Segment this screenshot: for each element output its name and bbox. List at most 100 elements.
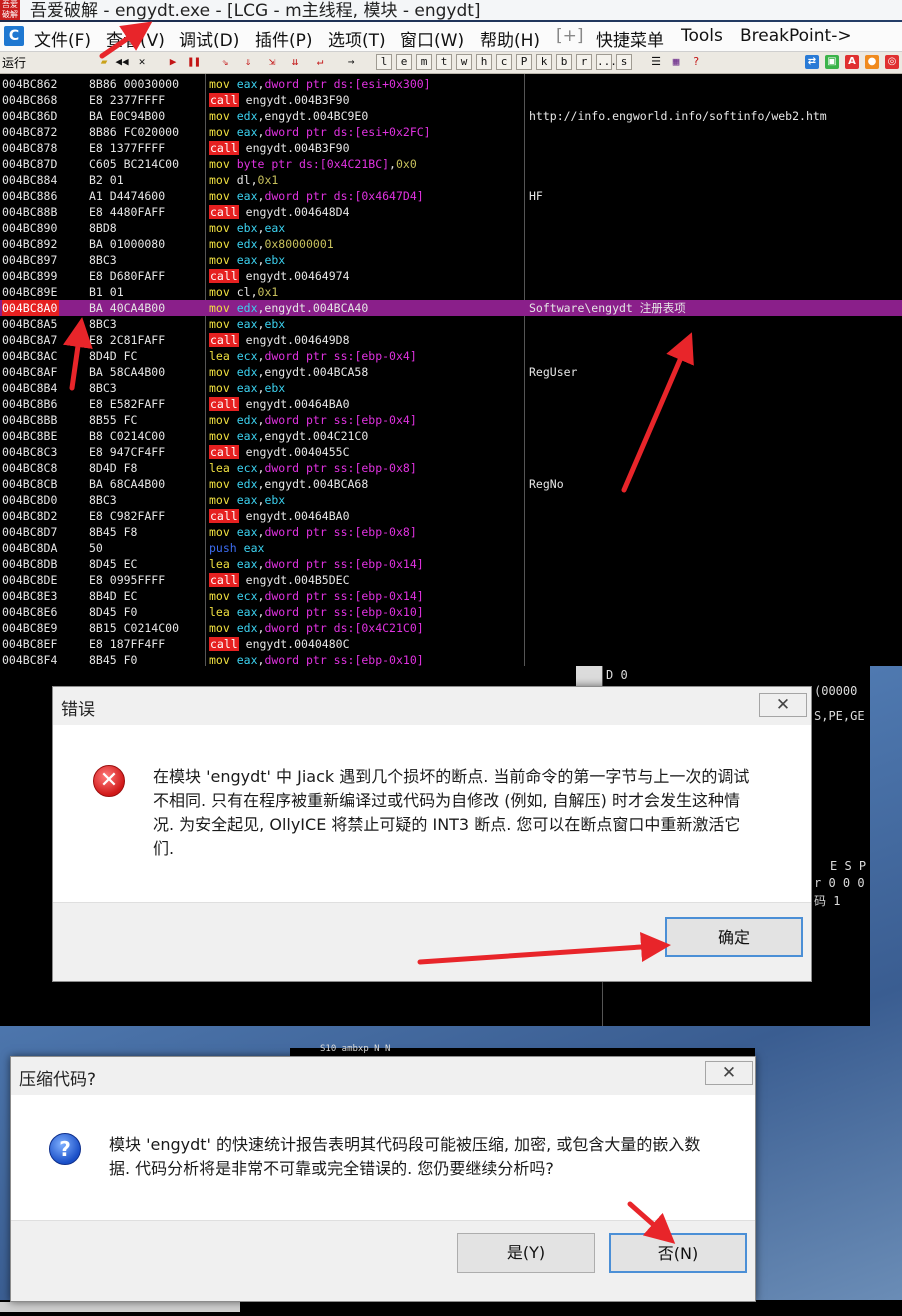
- menu-shortcut[interactable]: 快捷菜单: [596, 26, 664, 51]
- restart-icon[interactable]: ◀◀: [114, 54, 130, 70]
- code-row[interactable]: 004BC8B4 8BC3 mov eax,ebx: [0, 380, 902, 396]
- close-icon[interactable]: ✕: [134, 54, 150, 70]
- dialog-titlebar[interactable]: 错误: [53, 687, 811, 725]
- help-icon[interactable]: ?: [688, 54, 704, 70]
- code-row[interactable]: 004BC892 BA 01000080 mov edx,0x80000001: [0, 236, 902, 252]
- mnemonic: mov: [209, 413, 230, 427]
- code-row[interactable]: 004BC8A7 E8 2C81FAFF call engydt.004649D8: [0, 332, 902, 348]
- tb-log-button[interactable]: l: [376, 54, 392, 70]
- menu-window[interactable]: 窗口(W): [400, 26, 464, 51]
- a-icon[interactable]: A: [845, 55, 859, 69]
- instruction: lea eax,dword ptr ss:[ebp-0x14]: [209, 556, 424, 572]
- code-row[interactable]: 004BC8E6 8D45 F0 lea eax,dword ptr ss:[ebp…: [0, 604, 902, 620]
- menu-debug[interactable]: 调试(D): [179, 26, 239, 51]
- tb-source-button[interactable]: s: [616, 54, 632, 70]
- close-button[interactable]: ✕: [759, 693, 807, 717]
- instruction: mov edx,engydt.004BC9E0: [209, 108, 368, 124]
- code-row[interactable]: 004BC86D BA E0C94B00 mov edx,engydt.004BC9…: [0, 108, 902, 124]
- cpu-window-icon[interactable]: C: [4, 26, 24, 46]
- ok-button[interactable]: 确定: [665, 917, 803, 957]
- code-row[interactable]: 004BC878 E8 1377FFFF call engydt.004B3F90: [0, 140, 902, 156]
- run-icon[interactable]: ▶: [165, 54, 181, 70]
- selected-code-row[interactable]: 004BC8A0 BA 40CA4B00 mov edx,engydt.004BCA…: [0, 300, 902, 316]
- close-button[interactable]: ✕: [705, 1061, 753, 1085]
- code-row[interactable]: 004BC8BB 8B55 FC mov edx,dword ptr ss:[ebp…: [0, 412, 902, 428]
- target-icon[interactable]: ◎: [885, 55, 899, 69]
- code-row[interactable]: 004BC8BE B8 C0214C00 mov eax,engydt.004C21…: [0, 428, 902, 444]
- code-row[interactable]: 004BC8E9 8B15 C0214C00 mov edx,dword ptr d…: [0, 620, 902, 636]
- yes-button[interactable]: 是(Y): [457, 1233, 595, 1273]
- scrollbar-thumb[interactable]: [576, 666, 602, 686]
- tb-patches-button[interactable]: P: [516, 54, 532, 70]
- tb-references-button[interactable]: r: [576, 54, 592, 70]
- execute-till-return-icon[interactable]: ↵: [312, 54, 328, 70]
- open-icon[interactable]: ▰: [96, 54, 112, 70]
- hex-bytes: 50: [89, 541, 103, 555]
- step-over-icon[interactable]: ⇓: [240, 54, 256, 70]
- operand: dl: [236, 173, 251, 187]
- tb-windows-button[interactable]: w: [456, 54, 472, 70]
- list-icon[interactable]: ☰: [648, 54, 664, 70]
- menu-plus[interactable]: [+]: [556, 26, 584, 46]
- menu-options[interactable]: 选项(T): [328, 26, 386, 51]
- code-row[interactable]: 004BC872 8B86 FC020000 mov eax,dword ptr d…: [0, 124, 902, 140]
- operand: edx: [236, 365, 258, 379]
- record-icon[interactable]: ●: [865, 55, 879, 69]
- menu-view[interactable]: 查看(V): [106, 26, 165, 51]
- options-icon[interactable]: ▦: [668, 54, 684, 70]
- operand: eax: [243, 541, 265, 555]
- tb-run-trace-button[interactable]: ...: [596, 54, 617, 70]
- code-row[interactable]: 004BC8CB BA 68CA4B00 mov edx,engydt.004BCA…: [0, 476, 902, 492]
- code-row[interactable]: 004BC89E B1 01 mov cl,0x1: [0, 284, 902, 300]
- trace-into-icon[interactable]: ⇲: [264, 54, 280, 70]
- code-row[interactable]: 004BC88B E8 4480FAFF call engydt.004648D4: [0, 204, 902, 220]
- operand: engydt.004648D4: [245, 205, 350, 219]
- scrollbar-thumb[interactable]: [0, 1302, 240, 1312]
- tb-breakpoints-button[interactable]: b: [556, 54, 572, 70]
- operand: engydt.00464BA0: [245, 397, 350, 411]
- code-row[interactable]: 004BC899 E8 D680FAFF call engydt.00464974: [0, 268, 902, 284]
- code-row[interactable]: 004BC890 8BD8 mov ebx,eax: [0, 220, 902, 236]
- step-into-icon[interactable]: ⇘: [217, 54, 233, 70]
- script-icon[interactable]: ▣: [825, 55, 839, 69]
- code-row[interactable]: 004BC8B6 E8 E582FAFF call engydt.00464BA0: [0, 396, 902, 412]
- code-row[interactable]: 004BC884 B2 01 mov dl,0x1: [0, 172, 902, 188]
- code-row[interactable]: 004BC8EF E8 187FF4FF call engydt.0040480C: [0, 636, 902, 652]
- tb-handles-button[interactable]: h: [476, 54, 492, 70]
- code-row[interactable]: 004BC8D2 E8 C982FAFF call engydt.00464BA0: [0, 508, 902, 524]
- code-row[interactable]: 004BC886 A1 D4474600 mov eax,dword ptr ds:…: [0, 188, 902, 204]
- code-row[interactable]: 004BC8A5 8BC3 mov eax,ebx: [0, 316, 902, 332]
- menu-help[interactable]: 帮助(H): [480, 26, 540, 51]
- tb-threads-button[interactable]: t: [436, 54, 452, 70]
- code-row[interactable]: 004BC8DA 50 push eax: [0, 540, 902, 556]
- tb-modules-button[interactable]: e: [396, 54, 412, 70]
- code-row[interactable]: 004BC8C8 8D4D F8 lea ecx,dword ptr ss:[ebp…: [0, 460, 902, 476]
- code-row[interactable]: 004BC8E3 8B4D EC mov ecx,dword ptr ss:[ebp…: [0, 588, 902, 604]
- menu-breakpoint[interactable]: BreakPoint->: [740, 26, 852, 46]
- pause-icon[interactable]: ❚❚: [186, 54, 202, 70]
- code-row[interactable]: 004BC8D0 8BC3 mov eax,ebx: [0, 492, 902, 508]
- code-row[interactable]: 004BC8C3 E8 947CF4FF call engydt.0040455C: [0, 444, 902, 460]
- menu-file[interactable]: 文件(F): [34, 26, 91, 51]
- code-row[interactable]: 004BC8AF BA 58CA4B00 mov edx,engydt.004BCA…: [0, 364, 902, 380]
- goto-icon[interactable]: →: [343, 54, 359, 70]
- disassembly-pane[interactable]: 004BC862 8B86 00030000 mov eax,dword ptr d…: [0, 74, 902, 666]
- trace-over-icon[interactable]: ⇊: [287, 54, 303, 70]
- code-row[interactable]: 004BC868 E8 2377FFFF call engydt.004B3F90: [0, 92, 902, 108]
- no-button[interactable]: 否(N): [609, 1233, 747, 1273]
- menu-tools[interactable]: Tools: [681, 26, 723, 46]
- tb-memory-button[interactable]: m: [416, 54, 432, 70]
- code-row[interactable]: 004BC8DE E8 0995FFFF call engydt.004B5DEC: [0, 572, 902, 588]
- tb-callstack-button[interactable]: k: [536, 54, 552, 70]
- dialog-titlebar[interactable]: 压缩代码?: [11, 1057, 755, 1095]
- code-row[interactable]: 004BC897 8BC3 mov eax,ebx: [0, 252, 902, 268]
- code-row[interactable]: 004BC8AC 8D4D FC lea ecx,dword ptr ss:[ebp…: [0, 348, 902, 364]
- menu-plugins[interactable]: 插件(P): [255, 26, 313, 51]
- code-row[interactable]: 004BC8D7 8B45 F8 mov eax,dword ptr ss:[ebp…: [0, 524, 902, 540]
- refresh-icon[interactable]: ⇄: [805, 55, 819, 69]
- code-row[interactable]: 004BC8F4 8B45 F0 mov eax,dword ptr ss:[ebp…: [0, 652, 902, 666]
- code-row[interactable]: 004BC87D C605 BC214C00 mov byte ptr ds:[0x…: [0, 156, 902, 172]
- code-row[interactable]: 004BC862 8B86 00030000 mov eax,dword ptr d…: [0, 76, 902, 92]
- code-row[interactable]: 004BC8DB 8D45 EC lea eax,dword ptr ss:[ebp…: [0, 556, 902, 572]
- tb-cpu-button[interactable]: c: [496, 54, 512, 70]
